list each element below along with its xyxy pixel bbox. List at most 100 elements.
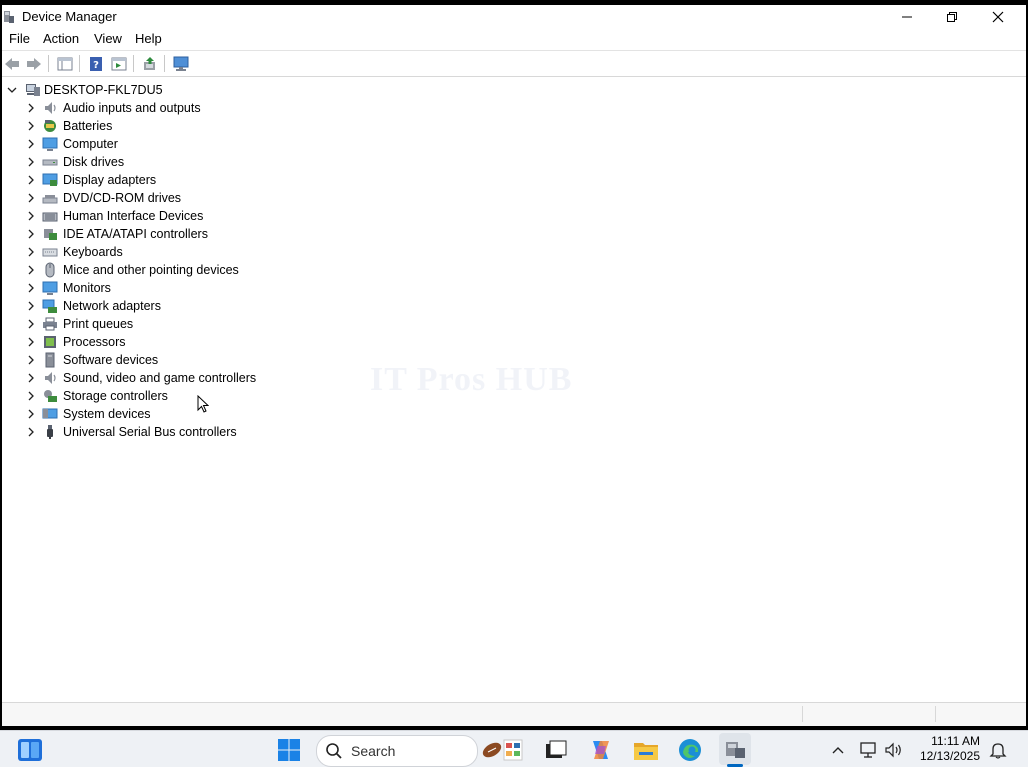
update-driver-button[interactable] [141, 55, 159, 72]
help-icon: ? [90, 56, 102, 71]
chevron-right-icon[interactable] [25, 372, 37, 387]
tree-item-label: Sound, video and game controllers [63, 371, 257, 385]
tree-item-usb-controllers[interactable]: Universal Serial Bus controllers [2, 423, 402, 441]
tree-item-software-devices[interactable]: Software devices [2, 351, 402, 369]
start-button[interactable] [275, 736, 303, 764]
taskbar-search-box[interactable]: Search [316, 735, 523, 767]
chevron-right-icon[interactable] [25, 228, 37, 243]
chevron-right-icon[interactable] [25, 138, 37, 153]
chevron-right-icon[interactable] [25, 156, 37, 171]
tree-item-mice[interactable]: Mice and other pointing devices [2, 261, 402, 279]
tree-item-keyboards[interactable]: Keyboards [2, 243, 402, 261]
help-button[interactable]: ? [87, 55, 105, 72]
menu-view[interactable]: View [94, 31, 122, 46]
monitor-icon [42, 280, 58, 296]
tree-item-label: Universal Serial Bus controllers [63, 425, 237, 439]
toolbar-separator [133, 55, 134, 72]
chevron-right-icon[interactable] [25, 210, 37, 225]
chevron-right-icon[interactable] [25, 318, 37, 333]
menu-bar: File Action View Help [2, 29, 1026, 49]
tree-item-label: Mice and other pointing devices [63, 263, 239, 277]
status-separator [935, 706, 936, 722]
tree-item-ide-controllers[interactable]: IDE ATA/ATAPI controllers [2, 225, 402, 243]
taskbar-clock[interactable]: 11:11 AM 12/13/2025 [920, 734, 980, 764]
chevron-down-icon[interactable] [6, 84, 18, 99]
window-title: Device Manager [22, 9, 117, 24]
menu-file[interactable]: File [9, 31, 30, 46]
network-button[interactable] [855, 736, 883, 764]
device-manager-app-icon [3, 10, 15, 24]
chevron-right-icon[interactable] [25, 120, 37, 135]
copilot-button[interactable] [587, 736, 615, 764]
status-bar [2, 702, 1026, 726]
properties-icon [111, 57, 127, 70]
status-separator [802, 706, 803, 722]
search-placeholder: Search [351, 743, 396, 759]
clock-time: 11:11 AM [931, 734, 980, 748]
forward-icon [27, 57, 41, 70]
tree-item-sound-controllers[interactable]: Sound, video and game controllers [2, 369, 402, 387]
notification-button[interactable] [984, 736, 1012, 764]
tree-item-label: Audio inputs and outputs [63, 101, 201, 115]
printer-icon [42, 316, 58, 332]
news-icon [503, 739, 523, 766]
edge-button[interactable] [676, 736, 704, 764]
tree-item-network-adapters[interactable]: Network adapters [2, 297, 402, 315]
toolbar-separator [164, 55, 165, 72]
tree-item-label: Monitors [63, 281, 111, 295]
chevron-right-icon[interactable] [25, 390, 37, 405]
mouse-icon [42, 262, 58, 278]
chevron-right-icon[interactable] [25, 336, 37, 351]
tree-item-computer[interactable]: Computer [2, 135, 402, 153]
menu-help[interactable]: Help [135, 31, 162, 46]
chevron-right-icon[interactable] [25, 102, 37, 117]
software-device-icon [42, 352, 58, 368]
tree-item-monitors[interactable]: Monitors [2, 279, 402, 297]
chevron-right-icon[interactable] [25, 300, 37, 315]
edge-icon [679, 739, 701, 761]
tree-item-batteries[interactable]: Batteries [2, 117, 402, 135]
processor-icon [42, 334, 58, 350]
tree-item-label: Storage controllers [63, 389, 168, 403]
tree-item-audio[interactable]: Audio inputs and outputs [2, 99, 402, 117]
close-button[interactable] [975, 5, 1021, 29]
show-hidden-icons-button[interactable] [824, 736, 852, 764]
chevron-right-icon[interactable] [25, 192, 37, 207]
chevron-right-icon[interactable] [25, 246, 37, 261]
back-button[interactable] [3, 55, 21, 72]
widgets-button[interactable] [16, 736, 44, 764]
task-view-button[interactable] [542, 736, 570, 764]
tree-root[interactable]: DESKTOP-FKL7DU5 [2, 81, 302, 99]
sound-icon [42, 370, 58, 386]
system-device-icon [42, 406, 58, 422]
tree-item-display-adapters[interactable]: Display adapters [2, 171, 402, 189]
device-manager-taskbar-button[interactable] [719, 733, 751, 765]
tree-item-dvd-drives[interactable]: DVD/CD-ROM drives [2, 189, 402, 207]
tree-item-processors[interactable]: Processors [2, 333, 402, 351]
chevron-right-icon[interactable] [25, 282, 37, 297]
forward-button[interactable] [25, 55, 43, 72]
properties-button[interactable] [110, 55, 128, 72]
chevron-right-icon[interactable] [25, 354, 37, 369]
chevron-right-icon[interactable] [25, 174, 37, 189]
volume-icon [885, 742, 901, 758]
tree-item-label: Batteries [63, 119, 113, 133]
tree-item-label: Software devices [63, 353, 159, 367]
chevron-right-icon[interactable] [25, 264, 37, 279]
taskbar: Search 11:11 AM 12/13/2025 [0, 730, 1028, 767]
file-explorer-button[interactable] [632, 736, 660, 764]
tree-item-print-queues[interactable]: Print queues [2, 315, 402, 333]
tree-item-disk-drives[interactable]: Disk drives [2, 153, 402, 171]
tree-item-hid[interactable]: Human Interface Devices [2, 207, 402, 225]
chevron-right-icon[interactable] [25, 426, 37, 441]
task-view-icon [546, 740, 567, 758]
restore-button[interactable] [929, 5, 975, 29]
minimize-button[interactable] [884, 5, 930, 29]
show-hide-console-tree-button[interactable] [56, 55, 74, 72]
title-bar[interactable]: Device Manager [2, 5, 1026, 29]
volume-button[interactable] [880, 736, 908, 764]
menu-action[interactable]: Action [43, 31, 79, 46]
scan-hardware-button[interactable] [172, 55, 190, 72]
chevron-right-icon[interactable] [25, 408, 37, 423]
battery-icon [42, 118, 58, 134]
